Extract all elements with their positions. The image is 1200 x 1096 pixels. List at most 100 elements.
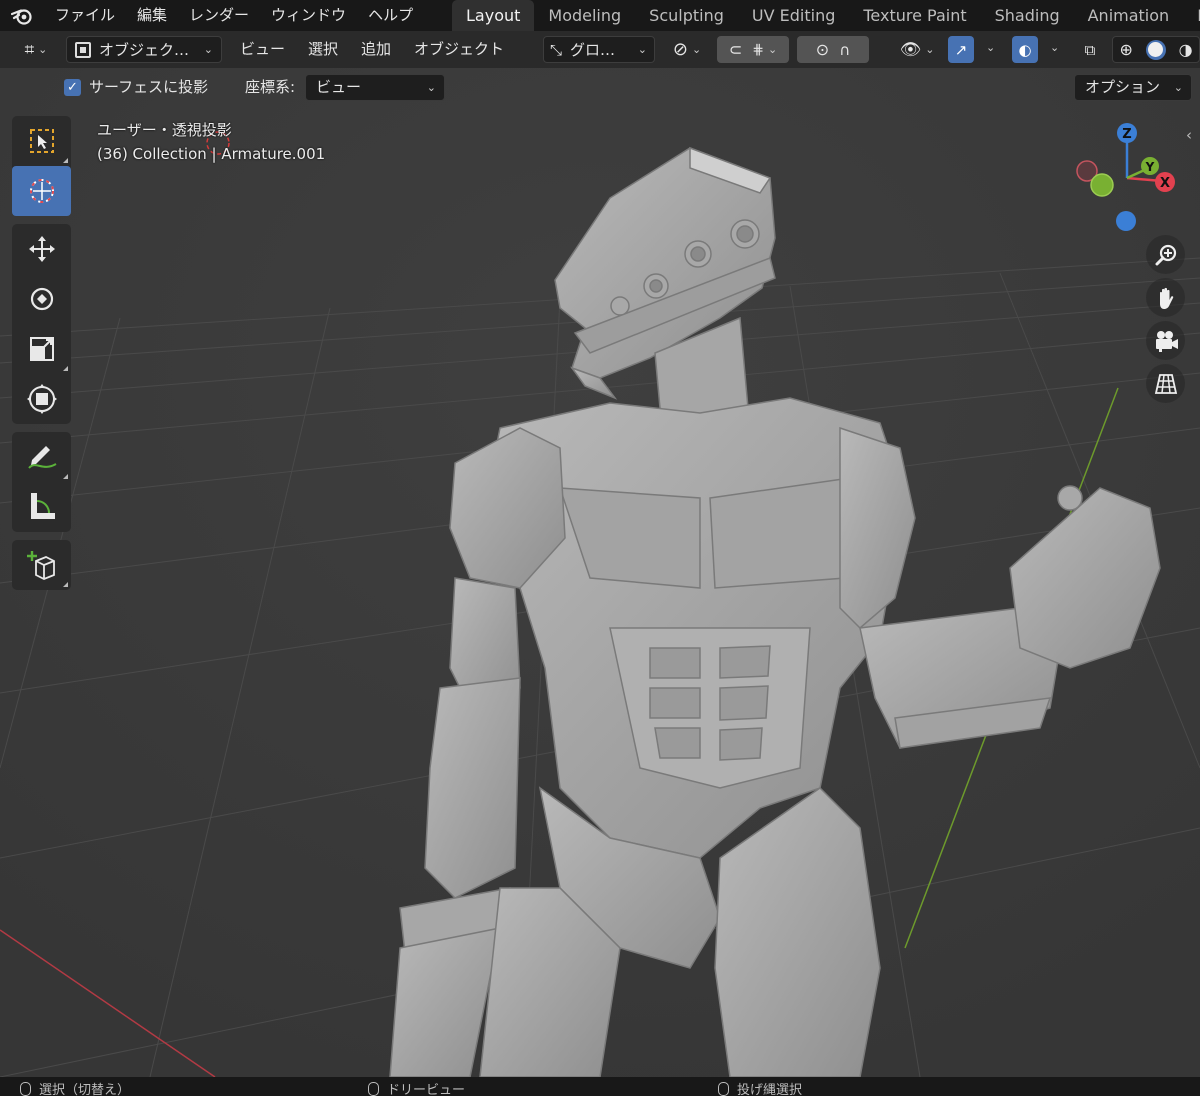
visibility-button[interactable]: 👁 ⌄	[894, 36, 940, 63]
gizmo-arrow-icon: ↗	[954, 40, 968, 59]
grid-perspective-icon	[1154, 373, 1177, 394]
menu-window[interactable]: ウィンドウ	[260, 0, 357, 31]
tool-options-row: ✓ サーフェスに投影 座標系: ビュー ⌄ オプション ⌄	[0, 68, 1200, 108]
gizmo-x-label: X	[1160, 176, 1170, 191]
mouse-right-icon	[718, 1081, 729, 1096]
status-bar: 選択（切替え） ドリービュー 投げ縄選択	[0, 1077, 1200, 1096]
falloff-curve-icon: ∩	[839, 40, 851, 59]
orientation-icon: ⤡	[550, 40, 563, 59]
snap-grid-icon: ⋕	[752, 41, 764, 58]
object-menu[interactable]: オブジェクト	[414, 36, 504, 63]
overlay-toggle-button[interactable]: ◐	[1012, 36, 1038, 63]
pivot-point-button[interactable]: ⊘ ⌄	[665, 36, 709, 63]
chevron-down-icon: ⌄	[691, 43, 702, 56]
menu-help[interactable]: ヘルプ	[357, 0, 424, 31]
coord-system-value: ビュー	[316, 78, 362, 96]
chevron-down-icon: ⌄	[203, 43, 213, 56]
blender-logo-icon[interactable]	[0, 0, 44, 31]
view-name-text: ユーザー・透視投影	[97, 121, 232, 139]
shading-mode-group: ⊕ ◑	[1112, 36, 1200, 63]
measure-ruler-icon	[30, 493, 55, 519]
wireframe-shading-icon[interactable]: ⊕	[1119, 40, 1132, 59]
transform-orientation-select[interactable]: ⤡ グロ… ⌄	[543, 36, 655, 63]
transform-tool[interactable]	[12, 374, 71, 424]
camera-icon	[1155, 330, 1178, 352]
tab-shading[interactable]: Shading	[981, 0, 1074, 31]
gizmo-neg-z-icon[interactable]	[1116, 211, 1136, 231]
mouse-left-icon	[20, 1081, 31, 1096]
toolbar-annotate-group	[12, 432, 71, 532]
chevron-down-icon: ⌄	[426, 81, 436, 94]
xray-toggle-button[interactable]: ⧉	[1076, 36, 1104, 63]
toolbar-add-group	[12, 540, 71, 590]
chevron-down-icon: ⌄	[38, 43, 48, 56]
collection-info-text: (36) Collection | Armature.001	[97, 145, 326, 163]
project-surface-checkbox[interactable]: ✓	[64, 79, 81, 96]
measure-tool[interactable]	[12, 482, 71, 532]
rotate-tool[interactable]	[12, 274, 71, 324]
navigation-gizmo[interactable]: Z Y X	[1068, 118, 1190, 238]
status-left-text: 選択（切替え）	[39, 1083, 131, 1096]
gizmo-y-label: Y	[1145, 160, 1155, 174]
move-tool[interactable]	[12, 224, 71, 274]
workspace-tabs: Layout Modeling Sculpting UV Editing Tex…	[452, 0, 1200, 31]
overlay-circles-icon: ◐	[1018, 40, 1032, 59]
editor-type-button[interactable]: ⌗ ⌄	[14, 36, 58, 63]
pivot-icon: ⊘	[672, 39, 688, 60]
view-menu[interactable]: ビュー	[240, 36, 285, 63]
add-cube-tool[interactable]	[12, 540, 71, 590]
chevron-down-icon: ⌄	[925, 43, 935, 56]
tab-modeling[interactable]: Modeling	[534, 0, 635, 31]
select-menu[interactable]: 選択	[308, 36, 338, 63]
viewport-header: ⌗ ⌄ オブジェク… ⌄ ビュー 選択 追加 オブジェクト ⤡ グロ… ⌄ ⊘ ⌄ …	[0, 31, 1200, 68]
options-label: オプション	[1085, 78, 1161, 96]
gizmo-toggle-button[interactable]: ↗	[948, 36, 974, 63]
solid-shading-icon[interactable]	[1145, 39, 1166, 60]
transform-icon	[26, 384, 57, 414]
chevron-down-icon[interactable]: ⌄	[1050, 41, 1059, 54]
chevron-down-icon[interactable]: ⌄	[986, 41, 995, 54]
zoom-magnifier-icon	[1155, 244, 1176, 265]
mouse-middle-icon	[368, 1081, 379, 1096]
chevron-down-icon: ⌄	[767, 43, 778, 56]
tab-layout[interactable]: Layout	[452, 0, 535, 31]
menu-edit[interactable]: 編集	[126, 0, 178, 31]
mode-select[interactable]: オブジェク… ⌄	[66, 36, 222, 63]
3d-viewport[interactable]: ✓ サーフェスに投影 座標系: ビュー ⌄ オプション ⌄ ユーザー・透視投影 …	[0, 68, 1200, 1077]
tab-sculpting[interactable]: Sculpting	[635, 0, 738, 31]
tool-options-corner	[63, 474, 68, 479]
scale-tool[interactable]	[12, 324, 71, 374]
menu-render[interactable]: レンダー	[178, 0, 260, 31]
object-mode-icon	[75, 41, 91, 58]
proportional-edit-button[interactable]: ⊙ ∩	[797, 36, 869, 63]
tab-rendering[interactable]: Rend	[1183, 0, 1200, 31]
scale-icon	[29, 337, 54, 361]
scene-canvas[interactable]	[0, 68, 1200, 1077]
options-dropdown[interactable]: オプション ⌄	[1074, 74, 1192, 101]
coord-system-select[interactable]: ビュー ⌄	[305, 74, 445, 101]
cursor-tool[interactable]	[12, 166, 71, 216]
status-middle-hint: ドリービュー	[368, 1079, 465, 1096]
eye-icon: 👁	[899, 39, 922, 60]
tab-animation[interactable]: Animation	[1074, 0, 1184, 31]
ortho-toggle-button[interactable]	[1146, 364, 1185, 403]
material-shading-icon[interactable]: ◑	[1179, 40, 1193, 59]
snap-button[interactable]: ⊂ ⋕ ⌄	[717, 36, 789, 63]
select-box-tool[interactable]	[12, 116, 71, 166]
add-menu[interactable]: 追加	[361, 36, 391, 63]
axis-grid-icon: ⌗	[24, 39, 35, 60]
add-cube-icon	[26, 551, 55, 580]
status-right-text: 投げ縄選択	[737, 1083, 803, 1096]
tab-texture-paint[interactable]: Texture Paint	[849, 0, 980, 31]
coord-system-label: 座標系:	[245, 78, 296, 96]
select-box-icon	[29, 129, 54, 153]
camera-view-button[interactable]	[1146, 321, 1185, 360]
menu-file[interactable]: ファイル	[44, 0, 126, 31]
status-middle-text: ドリービュー	[387, 1083, 466, 1096]
tab-uv-editing[interactable]: UV Editing	[738, 0, 849, 31]
status-left-hint: 選択（切替え）	[20, 1079, 130, 1096]
zoom-button[interactable]	[1146, 235, 1185, 274]
pan-button[interactable]	[1146, 278, 1185, 317]
annotate-tool[interactable]	[12, 432, 71, 482]
gizmo-neg-y-icon[interactable]	[1090, 173, 1114, 197]
